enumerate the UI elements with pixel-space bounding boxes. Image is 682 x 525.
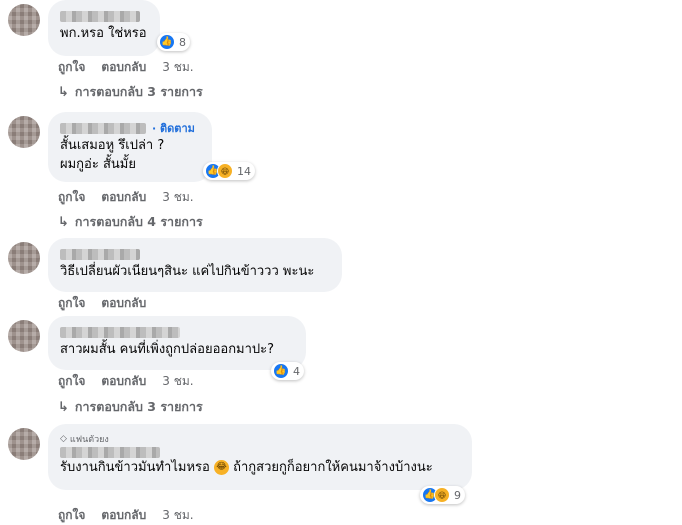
timestamp[interactable]: 3 ชม.	[162, 188, 193, 207]
view-replies-link[interactable]: ↳ การตอบกลับ 3 รายการ	[58, 397, 203, 417]
comment-text: พก.หรอ ใช่หรอ	[60, 26, 147, 41]
reaction-count: 14	[237, 164, 251, 178]
comment-text-line-1: สั้นเสมอหู รึเปล่า ?	[60, 138, 165, 153]
reply-button[interactable]: ตอบกลับ	[101, 506, 146, 525]
haha-icon: 😆	[217, 163, 233, 179]
author-name-blurred[interactable]	[60, 122, 146, 134]
replies-count-label: การตอบกลับ 3 รายการ	[74, 399, 203, 414]
haha-icon: 😆	[434, 487, 450, 503]
replies-count-label: การตอบกลับ 3 รายการ	[74, 84, 203, 99]
avatar[interactable]	[8, 116, 40, 148]
reply-arrow-icon: ↳	[58, 399, 69, 415]
reply-button[interactable]: ตอบกลับ	[101, 188, 146, 207]
badge-label: แฟนตัวยง	[69, 435, 109, 445]
comment-text-before-emoji: รับงานกินข้าวมันทำไมหรอ	[60, 460, 210, 475]
like-button[interactable]: ถูกใจ	[58, 188, 85, 207]
comment-text: สาวผมสั้น คนที่เพิ่งถูกปล่อยออกมาปะ?	[60, 342, 275, 357]
comment-bubble: · ติดตาม สั้นเสมอหู รึเปล่า ? ผมกูอ่ะ สั…	[48, 112, 212, 182]
like-button[interactable]: ถูกใจ	[58, 506, 85, 525]
timestamp[interactable]: 3 ชม.	[162, 58, 193, 77]
replies-count-label: การตอบกลับ 4 รายการ	[74, 214, 203, 229]
author-name-blurred[interactable]	[60, 446, 160, 458]
reaction-count: 9	[454, 488, 461, 502]
top-fan-badge: ◇ แฟนตัวยง	[60, 432, 460, 446]
comment-bubble: พก.หรอ ใช่หรอ	[48, 0, 160, 56]
reply-arrow-icon: ↳	[58, 84, 69, 100]
like-button[interactable]: ถูกใจ	[58, 372, 85, 391]
reply-button[interactable]: ตอบกลับ	[101, 58, 146, 77]
reply-button[interactable]: ตอบกลับ	[101, 294, 146, 313]
timestamp[interactable]: 3 ชม.	[162, 372, 193, 391]
comment-bubble: สาวผมสั้น คนที่เพิ่งถูกปล่อยออกมาปะ?	[48, 316, 306, 370]
avatar[interactable]	[8, 4, 40, 36]
like-button[interactable]: ถูกใจ	[58, 294, 85, 313]
view-replies-link[interactable]: ↳ การตอบกลับ 3 รายการ	[58, 82, 203, 102]
comment-text-after-emoji: ถ้ากูสวยกูก็อยากให้คนมาจ้างบ้างนะ	[233, 460, 433, 475]
reaction-summary[interactable]: 👍 8	[157, 33, 190, 51]
comment-text: รับงานกินข้าวมันทำไมหรอ 😂 ถ้ากูสวยกูก็อย…	[60, 458, 460, 477]
reply-arrow-icon: ↳	[58, 214, 69, 230]
like-icon: 👍	[273, 363, 289, 379]
avatar[interactable]	[8, 242, 40, 274]
avatar[interactable]	[8, 320, 40, 352]
timestamp[interactable]: 3 ชม.	[162, 506, 193, 525]
reaction-summary[interactable]: 👍 😆 14	[203, 162, 255, 180]
like-icon: 👍	[159, 34, 175, 50]
diamond-icon: ◇	[60, 434, 67, 444]
author-name-blurred[interactable]	[60, 248, 140, 260]
follow-label: ติดตาม	[160, 122, 195, 135]
follow-button[interactable]: · ติดตาม	[152, 119, 195, 137]
reply-button[interactable]: ตอบกลับ	[101, 372, 146, 391]
comment-text-line-2: ผมกูอ่ะ สั้นมั้ย	[60, 157, 136, 172]
reaction-summary[interactable]: 👍 😆 9	[420, 486, 465, 504]
author-name-blurred[interactable]	[60, 10, 140, 22]
laughing-emoji-icon: 😂	[213, 460, 229, 475]
reaction-count: 8	[179, 35, 186, 49]
view-replies-link[interactable]: ↳ การตอบกลับ 4 รายการ	[58, 212, 203, 232]
comment-text: วิธีเปลี่ยนผัวเนียนๆสินะ แค่ไปกินข้าววว …	[60, 264, 315, 279]
author-name-blurred[interactable]	[60, 326, 180, 338]
reaction-count: 4	[293, 364, 300, 378]
avatar[interactable]	[8, 428, 40, 460]
like-button[interactable]: ถูกใจ	[58, 58, 85, 77]
reaction-summary[interactable]: 👍 4	[271, 362, 304, 380]
comment-bubble: วิธีเปลี่ยนผัวเนียนๆสินะ แค่ไปกินข้าววว …	[48, 238, 342, 292]
comment-bubble: ◇ แฟนตัวยง รับงานกินข้าวมันทำไมหรอ 😂 ถ้า…	[48, 424, 472, 490]
